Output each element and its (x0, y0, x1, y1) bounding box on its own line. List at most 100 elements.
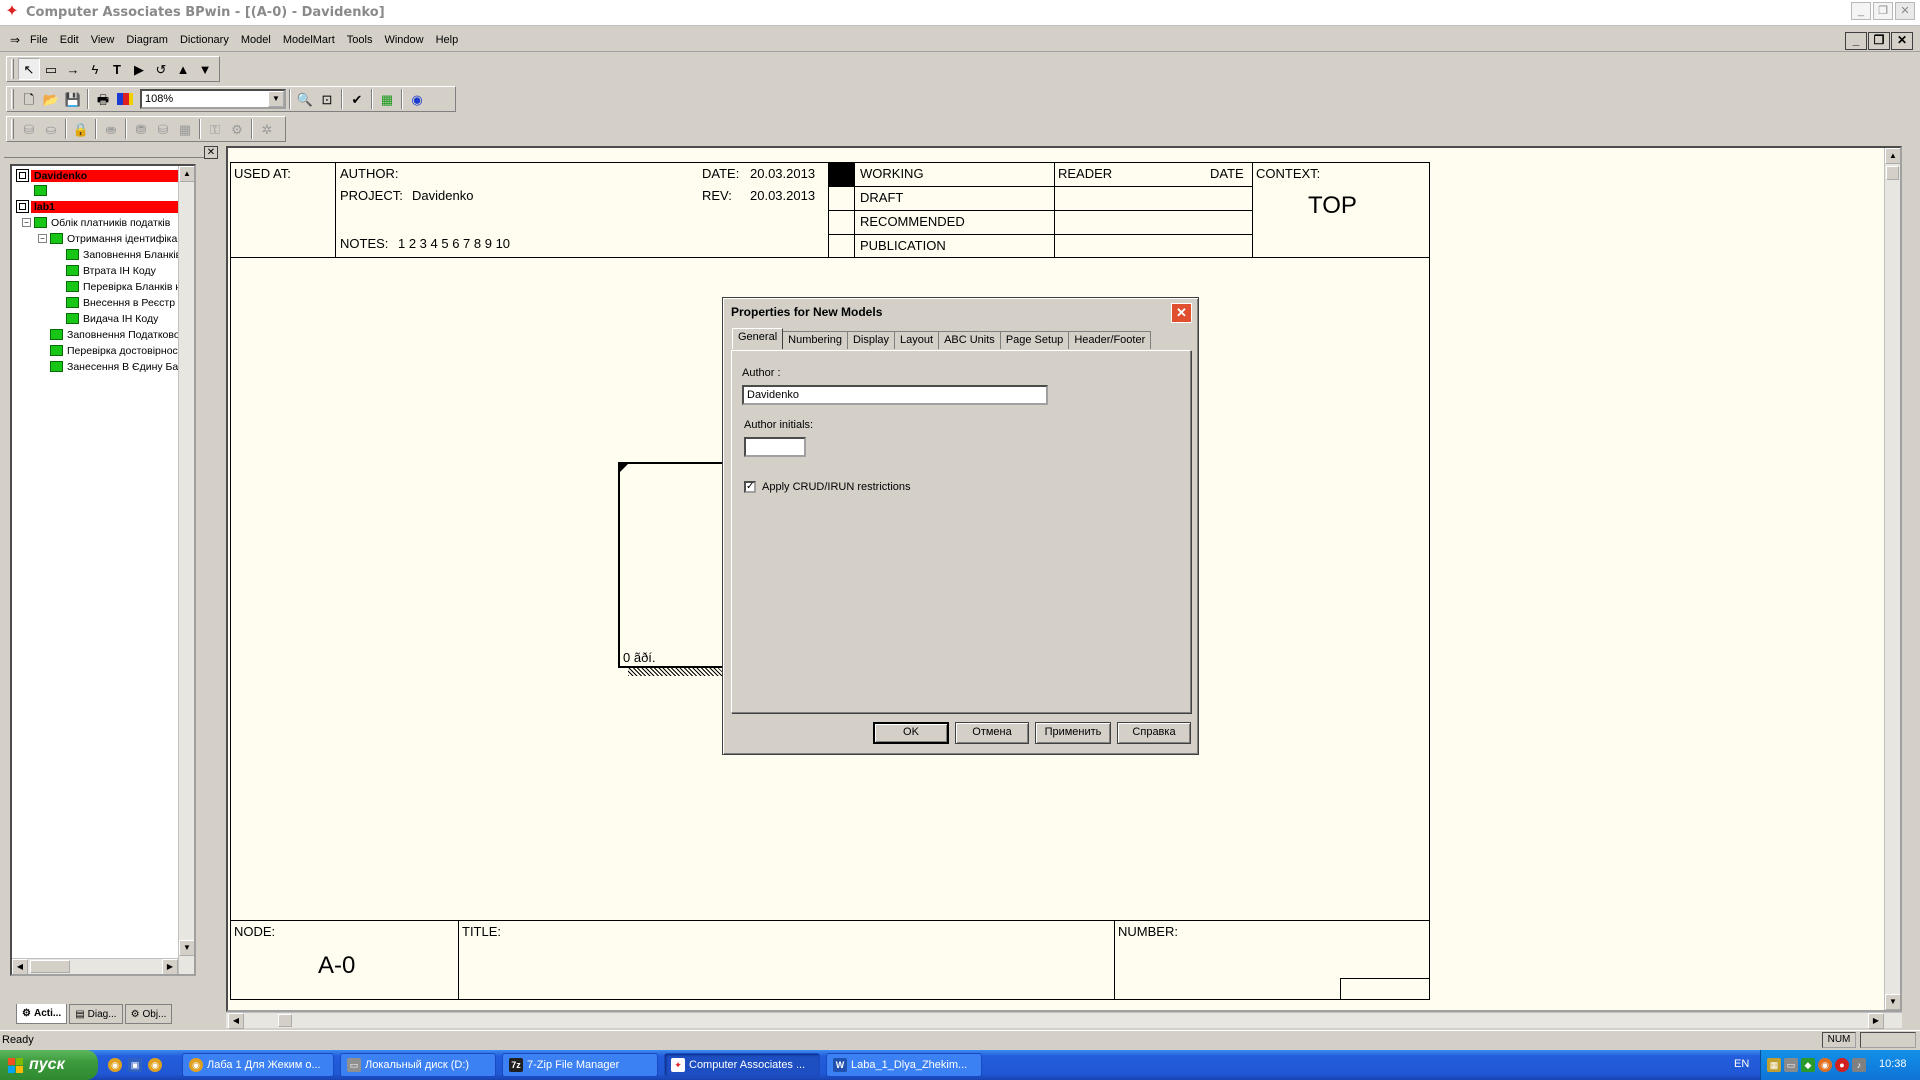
author-initials-input[interactable] (744, 437, 806, 457)
menu-window[interactable]: Window (384, 34, 423, 46)
tray-app-icon[interactable]: ◉ (1818, 1058, 1832, 1072)
workspace-vertical-scrollbar[interactable]: ▲ ▼ (1884, 148, 1900, 1010)
scroll-left-icon[interactable]: ◀ (12, 959, 28, 974)
tab-general[interactable]: General (732, 328, 784, 349)
text-tool-icon[interactable]: T (106, 58, 128, 80)
save-icon[interactable]: 💾 (62, 88, 84, 110)
scroll-thumb[interactable] (278, 1014, 292, 1027)
toolbar-grip[interactable] (11, 89, 14, 109)
tray-app-icon[interactable]: ◆ (1801, 1058, 1815, 1072)
arrow-tool-icon[interactable]: → (62, 58, 84, 80)
go-to-child-icon[interactable]: ▼ (194, 58, 216, 80)
toolbar-grip[interactable] (11, 119, 14, 139)
mdi-minimize-button[interactable]: _ (1845, 32, 1867, 50)
mdi-close-button[interactable]: ✕ (1891, 32, 1913, 50)
zoom-fit-icon[interactable]: ⊡ (316, 88, 338, 110)
menu-view[interactable]: View (91, 34, 115, 46)
taskbar-item-browser[interactable]: ◉ Лаба 1 Для Жеким о... (182, 1053, 334, 1077)
scroll-right-icon[interactable]: ▶ (162, 959, 178, 974)
crud-restrictions-checkbox[interactable]: ✓ (744, 481, 756, 493)
tree-item[interactable]: Заповнення Податково (50, 327, 180, 342)
taskbar-item-7zip[interactable]: 7z 7-Zip File Manager (502, 1053, 658, 1077)
undo-icon[interactable]: ↺ (150, 58, 172, 80)
chrome-icon[interactable]: ◉ (108, 1058, 122, 1072)
print-icon[interactable]: 🖶 (92, 88, 114, 110)
collapse-icon[interactable]: − (22, 218, 31, 227)
dialog-close-icon[interactable]: ✕ (1171, 303, 1192, 323)
save-drive-icon[interactable]: ▣ (128, 1058, 142, 1072)
restore-button[interactable]: ❐ (1873, 2, 1893, 20)
menu-diagram[interactable]: Diagram (126, 34, 168, 46)
menu-file[interactable]: File (30, 34, 48, 46)
tree-item[interactable]: Внесення в Реєстр (66, 295, 175, 310)
tab-objects[interactable]: ⚙ Obj... (124, 1004, 173, 1024)
scroll-down-icon[interactable]: ▼ (179, 940, 194, 956)
go-to-parent-icon[interactable]: ▲ (172, 58, 194, 80)
help-button[interactable]: Справка (1117, 722, 1191, 744)
toolbar-grip[interactable] (11, 59, 14, 79)
tray-app-icon[interactable]: ▦ (1767, 1058, 1781, 1072)
tab-layout[interactable]: Layout (894, 331, 940, 349)
scroll-right-icon[interactable]: ▶ (1868, 1013, 1884, 1029)
ok-button[interactable]: OK (873, 722, 949, 744)
chrome-icon[interactable]: ◉ (148, 1058, 162, 1072)
color-palette-icon[interactable] (114, 88, 136, 110)
start-button[interactable]: пуск (0, 1050, 98, 1080)
zoom-select[interactable]: 108% ▼ (140, 89, 286, 109)
tray-network-icon[interactable]: ▭ (1784, 1058, 1798, 1072)
document-menu-icon[interactable]: ⇒ (10, 33, 20, 47)
tree-item-root-davidenko[interactable]: Davidenko (16, 168, 187, 183)
activity-box[interactable]: 0 ãðí. (618, 462, 738, 668)
zoom-in-icon[interactable]: 🔍 (294, 88, 316, 110)
tray-antivirus-icon[interactable]: ● (1835, 1058, 1849, 1072)
tab-activities[interactable]: ⚙ Acti... (16, 1004, 68, 1024)
tab-display[interactable]: Display (846, 331, 896, 349)
taskbar-item-word[interactable]: W Laba_1_Dlya_Zhekim... (826, 1053, 982, 1077)
modelmart-icon[interactable]: ◉ (406, 88, 428, 110)
scroll-up-icon[interactable]: ▲ (179, 166, 194, 182)
go-to-sibling-icon[interactable]: ▶ (128, 58, 150, 80)
scroll-left-icon[interactable]: ◀ (228, 1013, 244, 1029)
menu-dictionary[interactable]: Dictionary (180, 34, 229, 46)
open-folder-icon[interactable]: 📂 (40, 88, 62, 110)
taskbar-item-bpwin[interactable]: ✦ Computer Associates ... (664, 1053, 820, 1077)
chevron-down-icon[interactable]: ▼ (268, 91, 284, 107)
tab-abc-units[interactable]: ABC Units (938, 331, 1001, 349)
cancel-button[interactable]: Отмена (955, 722, 1029, 744)
new-file-icon[interactable]: 🗋 (18, 88, 40, 110)
tree-item-root-lab1[interactable]: lab1 (16, 199, 187, 214)
tree-item[interactable]: Перевірка Бланків н (66, 279, 181, 294)
tree-item[interactable] (34, 183, 51, 198)
tree-item[interactable]: − Облік платників податків (22, 215, 170, 230)
scroll-thumb[interactable] (30, 960, 70, 973)
tab-numbering[interactable]: Numbering (782, 331, 848, 349)
menu-edit[interactable]: Edit (60, 34, 79, 46)
menu-tools[interactable]: Tools (347, 34, 373, 46)
tab-page-setup[interactable]: Page Setup (999, 331, 1070, 349)
tree-item[interactable]: Заповнення Бланків (66, 247, 181, 262)
spell-check-icon[interactable]: ✔ (346, 88, 368, 110)
close-button[interactable]: ✕ (1895, 2, 1915, 20)
menu-model[interactable]: Model (241, 34, 271, 46)
scroll-thumb[interactable] (1886, 166, 1899, 180)
model-explorer-icon[interactable]: ▦ (376, 88, 398, 110)
minimize-button[interactable]: _ (1851, 2, 1871, 20)
squiggle-tool-icon[interactable]: ϟ (84, 58, 106, 80)
scroll-down-icon[interactable]: ▼ (1885, 994, 1900, 1010)
menu-help[interactable]: Help (436, 34, 459, 46)
author-input[interactable]: Davidenko (742, 385, 1048, 405)
tree-item[interactable]: − Отримання ідентифіка (38, 231, 177, 246)
tree-item[interactable]: Видача ІН Коду (66, 311, 158, 326)
tray-volume-icon[interactable]: ♪ (1852, 1058, 1866, 1072)
tree-item[interactable]: Занесення В Єдину Ба: (50, 359, 181, 374)
scroll-up-icon[interactable]: ▲ (1885, 148, 1900, 164)
tab-diagrams[interactable]: ▤ Diag... (69, 1004, 123, 1024)
tab-header-footer[interactable]: Header/Footer (1068, 331, 1152, 349)
pointer-tool-icon[interactable]: ↖ (18, 58, 40, 80)
dialog-title-bar[interactable]: Properties for New Models ✕ (725, 300, 1196, 324)
tree-horizontal-scrollbar[interactable]: ◀ ▶ (12, 958, 178, 974)
box-tool-icon[interactable]: ▭ (40, 58, 62, 80)
tree-item[interactable]: Втрата ІН Коду (66, 263, 156, 278)
taskbar-item-explorer[interactable]: ▭ Локальный диск (D:) (340, 1053, 496, 1077)
mdi-restore-button[interactable]: ❐ (1868, 32, 1890, 50)
